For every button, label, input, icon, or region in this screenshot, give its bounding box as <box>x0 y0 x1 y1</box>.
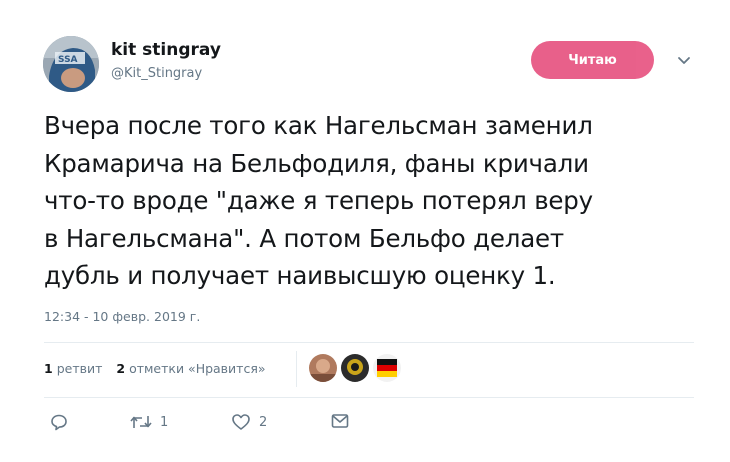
like-button[interactable]: 2 <box>231 413 267 431</box>
liker-avatar[interactable] <box>309 354 337 382</box>
avatar[interactable]: SSA <box>43 36 99 92</box>
direct-message-button[interactable] <box>331 413 349 429</box>
heart-icon <box>232 414 250 430</box>
retweet-count: 1 <box>160 414 169 430</box>
liker-avatar[interactable] <box>373 354 401 382</box>
likes-stat[interactable]: 2 отметки «Нравится» <box>116 361 265 376</box>
retweet-button[interactable]: 1 <box>130 413 168 431</box>
display-name[interactable]: kit stingray <box>111 40 221 60</box>
divider <box>44 397 694 398</box>
likers-avatars <box>309 354 401 382</box>
stats-separator <box>296 351 297 387</box>
like-count: 2 <box>259 414 268 430</box>
liker-avatar[interactable] <box>341 354 369 382</box>
chevron-down-icon[interactable] <box>677 56 691 66</box>
follow-button[interactable]: Читаю <box>531 41 654 79</box>
svg-text:SSA: SSA <box>58 55 78 65</box>
tweet-text: Вчера после того как Нагельсман заменил … <box>44 111 593 290</box>
timestamp[interactable]: 12:34 - 10 февр. 2019 г. <box>44 309 200 324</box>
engagement-stats: 1 ретвит 2 отметки «Нравится» <box>44 361 266 376</box>
retweet-icon <box>130 416 152 428</box>
retweets-stat[interactable]: 1 ретвит <box>44 361 102 376</box>
user-handle[interactable]: @Kit_Stingray <box>111 66 202 81</box>
reply-icon <box>51 414 67 431</box>
follow-button-label: Читаю <box>568 52 617 68</box>
reply-button[interactable] <box>50 413 68 431</box>
divider <box>44 342 694 343</box>
envelope-icon <box>331 414 349 428</box>
